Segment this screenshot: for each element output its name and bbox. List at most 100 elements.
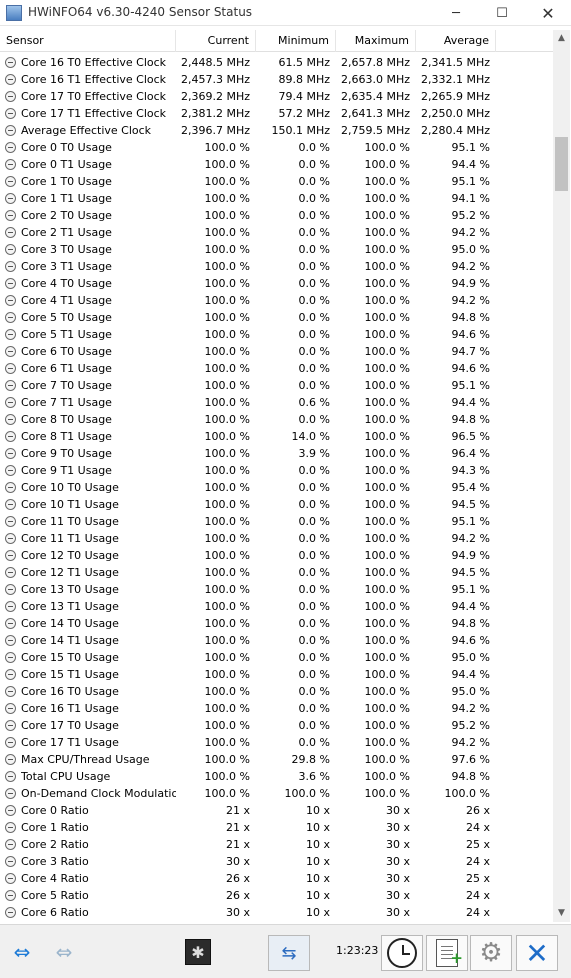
maximum-value: 30 x [385,872,410,885]
table-row[interactable]: Core 0 T0 Usage 100.0 % 0.0 % 100.0 % 95.1 % [0,139,553,156]
table-row[interactable]: Core 5 Ratio 26 x 10 x 30 x 24 x [0,887,553,904]
table-row[interactable]: Core 7 T1 Usage 100.0 % 0.6 % 100.0 % 94.4 % [0,394,553,411]
close-sensors-button[interactable]: ✕ [516,935,558,971]
minimum-value: 0.0 % [298,481,330,494]
current-value: 100.0 % [204,379,250,392]
table-row[interactable]: Core 3 T1 Usage 100.0 % 0.0 % 100.0 % 94.2 % [0,258,553,275]
table-row[interactable]: Core 16 T1 Effective Clock 2,457.3 MHz 89.… [0,71,553,88]
table-row[interactable]: Core 13 T0 Usage 100.0 % 0.0 % 100.0 % 95.1 … [0,581,553,598]
table-row[interactable]: Core 17 T1 Effective Clock 2,381.2 MHz 57.… [0,105,553,122]
scroll-up-arrow-icon[interactable]: ▲ [553,30,570,47]
table-row[interactable]: Core 6 T0 Usage 100.0 % 0.0 % 100.0 % 94.7 % [0,343,553,360]
table-row[interactable]: Core 12 T1 Usage 100.0 % 0.0 % 100.0 % 94.5 … [0,564,553,581]
minimum-value: 0.0 % [298,736,330,749]
table-row[interactable]: Core 4 T1 Usage 100.0 % 0.0 % 100.0 % 94.2 % [0,292,553,309]
table-row[interactable]: Core 3 T0 Usage 100.0 % 0.0 % 100.0 % 95.0 % [0,241,553,258]
column-header-average[interactable]: Average [416,30,496,52]
minimum-value: 10 x [305,872,330,885]
minimize-button[interactable]: ─ [433,0,479,26]
minimum-value: 0.0 % [298,566,330,579]
table-row[interactable]: Core 0 Ratio 21 x 10 x 30 x 26 x [0,802,553,819]
table-row[interactable]: Core 8 T1 Usage 100.0 % 14.0 % 100.0 % 96.5 … [0,428,553,445]
current-value: 2,369.2 MHz [180,90,250,103]
table-row[interactable]: Core 16 T0 Usage 100.0 % 0.0 % 100.0 % 95.0 … [0,683,553,700]
column-header-sensor[interactable]: Sensor [0,30,176,52]
table-row[interactable]: Core 14 T1 Usage 100.0 % 0.0 % 100.0 % 94.6 … [0,632,553,649]
column-header-minimum[interactable]: Minimum [256,30,336,52]
sensor-circle-icon [5,601,16,612]
average-value: 94.4 % [451,668,490,681]
table-row[interactable]: Core 11 T0 Usage 100.0 % 0.0 % 100.0 % 95.1 … [0,513,553,530]
table-row[interactable]: Core 14 T0 Usage 100.0 % 0.0 % 100.0 % 94.8 … [0,615,553,632]
sensor-circle-icon [5,907,16,918]
table-row[interactable]: Core 2 Ratio 21 x 10 x 30 x 25 x [0,836,553,853]
column-header-current[interactable]: Current [176,30,256,52]
table-row[interactable]: Core 17 T0 Effective Clock 2,369.2 MHz 79.… [0,88,553,105]
table-row[interactable]: Core 1 T1 Usage 100.0 % 0.0 % 100.0 % 94.1 % [0,190,553,207]
sensor-name: Core 13 T1 Usage [21,600,119,613]
scroll-thumb[interactable] [555,137,568,191]
average-value: 24 x [465,821,490,834]
average-value: 96.4 % [451,447,490,460]
table-row[interactable]: Core 4 T0 Usage 100.0 % 0.0 % 100.0 % 94.9 % [0,275,553,292]
settings-button[interactable]: ⚙ [470,935,512,971]
scroll-down-arrow-icon[interactable]: ▼ [553,905,570,922]
table-row[interactable]: Core 2 T1 Usage 100.0 % 0.0 % 100.0 % 94.2 % [0,224,553,241]
table-row[interactable]: Core 10 T0 Usage 100.0 % 0.0 % 100.0 % 95.4 … [0,479,553,496]
table-row[interactable]: Core 5 T0 Usage 100.0 % 0.0 % 100.0 % 94.8 % [0,309,553,326]
maximum-value: 30 x [385,804,410,817]
table-row[interactable]: Core 2 T0 Usage 100.0 % 0.0 % 100.0 % 95.2 % [0,207,553,224]
navigate-arrows-disabled-icon[interactable]: ⇔ [46,940,82,964]
table-row[interactable]: Core 11 T1 Usage 100.0 % 0.0 % 100.0 % 94.2 … [0,530,553,547]
sensor-circle-icon [5,499,16,510]
network-button[interactable]: ⇆ [268,935,310,971]
sensor-circle-icon [5,74,16,85]
navigate-arrows-icon[interactable]: ⇔ [4,940,40,964]
table-row[interactable]: Core 5 T1 Usage 100.0 % 0.0 % 100.0 % 94.6 % [0,326,553,343]
table-row[interactable]: Core 17 T1 Usage 100.0 % 0.0 % 100.0 % 94.2 … [0,734,553,751]
table-row[interactable]: Core 1 T0 Usage 100.0 % 0.0 % 100.0 % 95.1 % [0,173,553,190]
table-row[interactable]: Core 6 Ratio 30 x 10 x 30 x 24 x [0,904,553,921]
table-row[interactable]: Core 13 T1 Usage 100.0 % 0.0 % 100.0 % 94.4 … [0,598,553,615]
maximum-value: 100.0 % [364,634,410,647]
table-row[interactable]: Core 16 T1 Usage 100.0 % 0.0 % 100.0 % 94.2 … [0,700,553,717]
table-row[interactable]: Core 3 Ratio 30 x 10 x 30 x 24 x [0,853,553,870]
column-header-maximum[interactable]: Maximum [336,30,416,52]
current-value: 30 x [225,906,250,919]
table-row[interactable]: Average Effective Clock 2,396.7 MHz 150.1 … [0,122,553,139]
table-row[interactable]: Core 4 Ratio 26 x 10 x 30 x 25 x [0,870,553,887]
maximum-value: 100.0 % [364,243,410,256]
table-row[interactable]: On-Demand Clock Modulation 100.0 % 100.0 %… [0,785,553,802]
table-row[interactable]: Total CPU Usage 100.0 % 3.6 % 100.0 % 94.8 % [0,768,553,785]
vertical-scrollbar[interactable]: ▲ ▼ [553,30,570,922]
current-value: 100.0 % [204,481,250,494]
reset-timer-button[interactable] [381,935,423,971]
table-row[interactable]: Core 16 T0 Effective Clock 2,448.5 MHz 61.… [0,54,553,71]
table-row[interactable]: Core 7 T0 Usage 100.0 % 0.0 % 100.0 % 95.1 % [0,377,553,394]
table-row[interactable]: Core 9 T1 Usage 100.0 % 0.0 % 100.0 % 94.3 % [0,462,553,479]
maximum-value: 100.0 % [364,549,410,562]
table-row[interactable]: Core 6 T1 Usage 100.0 % 0.0 % 100.0 % 94.6 % [0,360,553,377]
minimum-value: 0.0 % [298,345,330,358]
table-row[interactable]: Core 12 T0 Usage 100.0 % 0.0 % 100.0 % 94.9 … [0,547,553,564]
close-window-button[interactable]: ✕ [525,0,571,26]
minimum-value: 89.8 MHz [278,73,330,86]
table-row[interactable]: Core 1 Ratio 21 x 10 x 30 x 24 x [0,819,553,836]
table-row[interactable]: Core 15 T0 Usage 100.0 % 0.0 % 100.0 % 95.0 … [0,649,553,666]
close-icon: ✕ [525,936,549,970]
minimum-value: 0.0 % [298,668,330,681]
logging-button[interactable]: + [426,935,468,971]
current-value: 2,457.3 MHz [180,73,250,86]
table-row[interactable]: Core 9 T0 Usage 100.0 % 3.9 % 100.0 % 96.4 % [0,445,553,462]
fan-control-icon[interactable]: ✱ [185,939,211,965]
current-value: 100.0 % [204,685,250,698]
table-row[interactable]: Core 10 T1 Usage 100.0 % 0.0 % 100.0 % 94.5 … [0,496,553,513]
table-row[interactable]: Core 17 T0 Usage 100.0 % 0.0 % 100.0 % 95.2 … [0,717,553,734]
sensor-circle-icon [5,414,16,425]
table-row[interactable]: Core 8 T0 Usage 100.0 % 0.0 % 100.0 % 94.8 % [0,411,553,428]
maximize-button[interactable]: ☐ [479,0,525,26]
table-row[interactable]: Core 15 T1 Usage 100.0 % 0.0 % 100.0 % 94.4 … [0,666,553,683]
table-row[interactable]: Max CPU/Thread Usage 100.0 % 29.8 % 100.0 %… [0,751,553,768]
table-row[interactable]: Core 0 T1 Usage 100.0 % 0.0 % 100.0 % 94.4 % [0,156,553,173]
average-value: 94.6 % [451,362,490,375]
